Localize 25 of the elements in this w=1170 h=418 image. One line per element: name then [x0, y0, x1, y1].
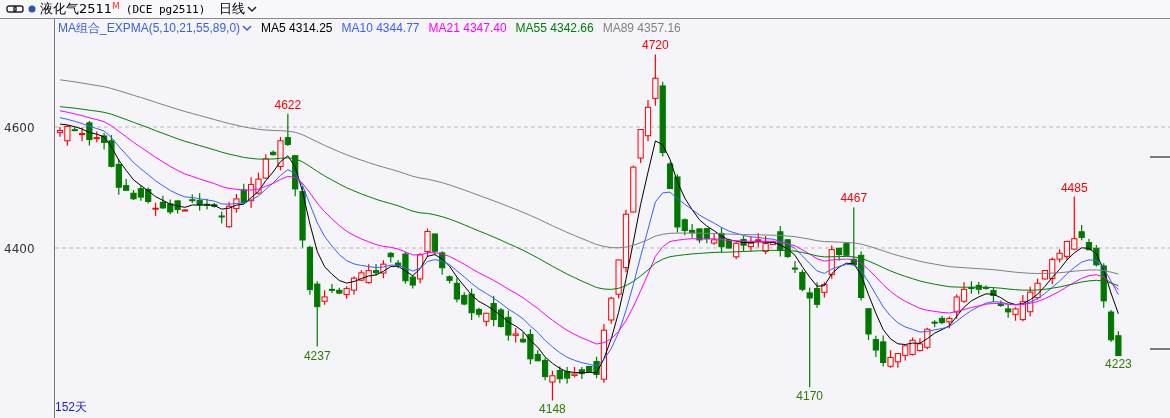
caret-icon	[247, 5, 258, 13]
price-label: 4237	[303, 348, 331, 363]
day-count: 152天	[55, 399, 88, 416]
period-selector[interactable]: 日线	[217, 0, 260, 18]
indicator-selector[interactable]: MA组合_EXPMA(5,10,21,55,89,0)	[58, 19, 253, 37]
indicator-value: MA55 4342.66	[515, 21, 594, 35]
price-label: 4148	[539, 402, 566, 417]
axis-label: 4600	[4, 121, 35, 135]
indicator-value: MA21 4347.40	[428, 21, 507, 35]
price-label: 4485	[1060, 180, 1088, 195]
symbol-name: 液化气2511	[40, 0, 113, 18]
status-dot-icon	[28, 5, 36, 13]
symbol-code: (DCE pg2511)	[125, 2, 206, 16]
price-label: 4467	[840, 191, 868, 206]
price-label: 4622	[274, 97, 302, 112]
link-icon[interactable]	[6, 5, 24, 13]
caret-icon	[242, 24, 253, 32]
price-label: 4720	[642, 38, 669, 53]
indicator-value: MA10 4344.77	[341, 21, 420, 35]
axis-label: 4400	[4, 242, 35, 256]
indicator-value: MA89 4357.16	[602, 21, 681, 35]
price-label: 4170	[796, 389, 824, 404]
indicator-value: MA5 4314.25	[261, 21, 333, 35]
market-mark: M	[112, 1, 120, 11]
price-label: 4223	[1105, 357, 1132, 372]
